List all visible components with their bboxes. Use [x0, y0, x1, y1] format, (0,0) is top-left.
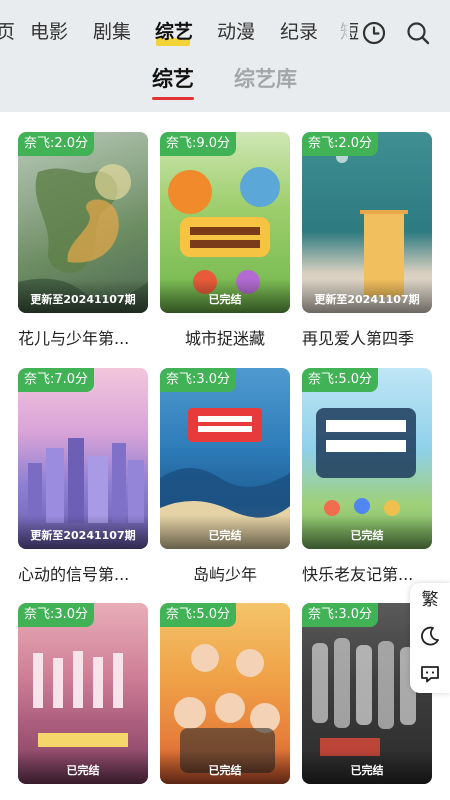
- nav-tab-variety[interactable]: 综艺: [155, 18, 193, 46]
- rating-badge: 奈飞:2.0分: [302, 132, 379, 156]
- poster-image[interactable]: 奈飞:5.0分 已完结: [160, 603, 290, 784]
- rating-badge: 奈飞:5.0分: [302, 368, 379, 392]
- nav-tab-anime[interactable]: 动漫: [217, 18, 255, 46]
- update-status: 更新至20241107期: [18, 515, 148, 549]
- traditional-chinese-toggle[interactable]: 繁: [410, 585, 450, 619]
- poster-image[interactable]: 奈飞:2.0分 更新至20241107期: [302, 132, 432, 313]
- rating-badge: 奈飞:3.0分: [302, 603, 379, 627]
- update-status: 已完结: [160, 515, 290, 549]
- update-status: 已完结: [160, 279, 290, 313]
- update-status: 已完结: [18, 750, 148, 784]
- card-title[interactable]: 快乐老友记第...: [302, 561, 450, 585]
- poster-image[interactable]: 奈飞:5.0分 已完结: [302, 368, 432, 549]
- rating-badge: 奈飞:7.0分: [18, 368, 95, 392]
- subtab-variety[interactable]: 综艺: [152, 64, 194, 94]
- card-title[interactable]: 岛屿少年: [160, 561, 290, 585]
- update-status: 已完结: [160, 750, 290, 784]
- card-title[interactable]: 花儿与少年第...: [18, 325, 168, 349]
- poster-image[interactable]: 奈飞:3.0分 已完结: [18, 603, 148, 784]
- update-status: 更新至20241107期: [302, 279, 432, 313]
- category-nav: 页 电影 剧集 综艺 动漫 纪录 短: [0, 0, 450, 66]
- rating-badge: 奈飞:9.0分: [160, 132, 237, 156]
- poster-image[interactable]: 奈飞:9.0分 已完结: [160, 132, 290, 313]
- poster-image[interactable]: 奈飞:7.0分 更新至20241107期: [18, 368, 148, 549]
- nav-tab-movies[interactable]: 电影: [30, 18, 68, 46]
- nav-tab-series[interactable]: 剧集: [93, 18, 131, 46]
- subtab-active-underline: [152, 97, 194, 100]
- poster-image[interactable]: 奈飞:3.0分 已完结: [160, 368, 290, 549]
- floating-toolbar: 繁: [410, 583, 450, 693]
- nav-tab-documentary[interactable]: 纪录: [280, 18, 318, 46]
- moon-icon[interactable]: [410, 619, 450, 653]
- rating-badge: 奈飞:5.0分: [160, 603, 237, 627]
- update-status: 更新至20241107期: [18, 279, 148, 313]
- rating-badge: 奈飞:3.0分: [160, 368, 237, 392]
- card-title[interactable]: 心动的信号第...: [18, 561, 168, 585]
- nav-fade: [326, 0, 350, 66]
- poster-image[interactable]: 奈飞:2.0分 更新至20241107期: [18, 132, 148, 313]
- nav-tab-home[interactable]: 页: [0, 18, 15, 46]
- rating-badge: 奈飞:2.0分: [18, 132, 95, 156]
- card-title[interactable]: 再见爱人第四季: [302, 325, 450, 349]
- card-title[interactable]: 城市捉迷藏: [160, 325, 290, 349]
- subtab-variety-library[interactable]: 综艺库: [234, 64, 297, 94]
- update-status: 已完结: [302, 750, 432, 784]
- clock-icon[interactable]: [361, 20, 387, 46]
- chat-icon[interactable]: [410, 657, 450, 691]
- rating-badge: 奈飞:3.0分: [18, 603, 95, 627]
- search-icon[interactable]: [405, 20, 431, 46]
- top-header: 页 电影 剧集 综艺 动漫 纪录 短 综艺 综艺库: [0, 0, 450, 112]
- update-status: 已完结: [302, 515, 432, 549]
